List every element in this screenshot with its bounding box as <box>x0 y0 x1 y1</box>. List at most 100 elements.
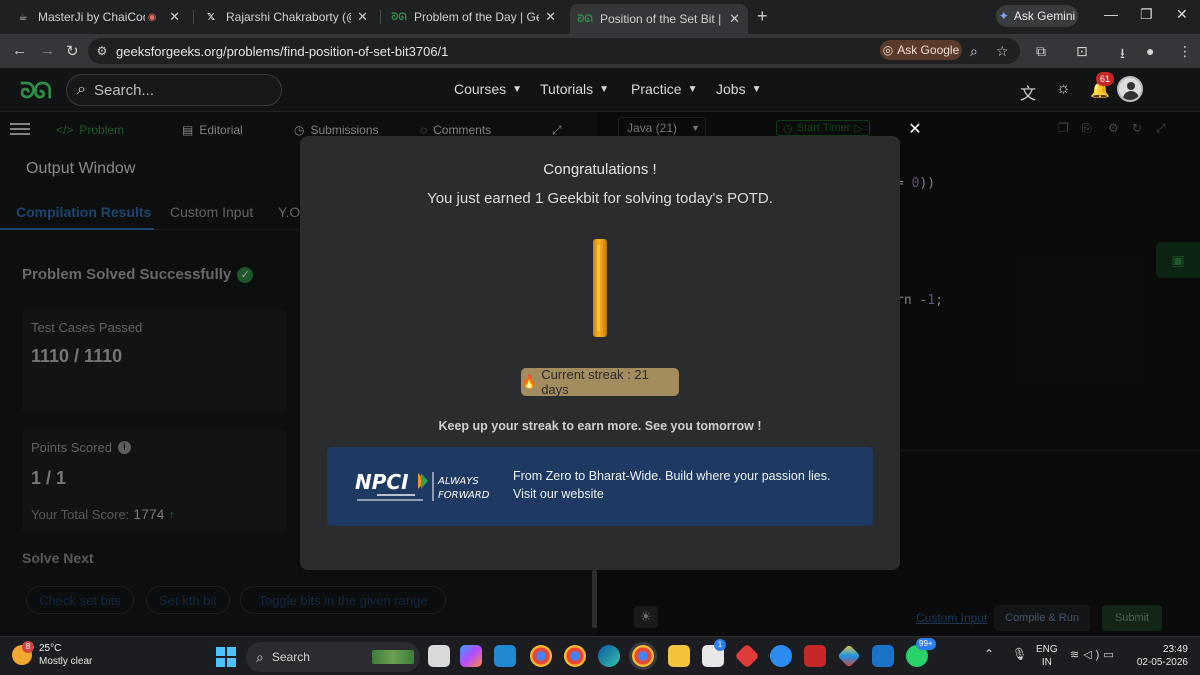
zoom-icon[interactable]: ⌕ <box>970 43 978 60</box>
gemini-sparkle-icon: ✦ <box>998 9 1009 23</box>
theme-sun-icon[interactable]: ☼ <box>1056 80 1071 98</box>
nav-courses[interactable]: Courses ▼ <box>454 81 522 97</box>
npci-logo-text: NPCI <box>355 470 409 494</box>
nav-label: Jobs <box>716 81 746 97</box>
mcafee-icon[interactable] <box>804 645 826 667</box>
search-highlight-art <box>372 650 414 664</box>
lens-icon: ◎ <box>882 43 894 57</box>
nav-label: Courses <box>454 81 507 97</box>
user-avatar[interactable] <box>1117 76 1143 102</box>
edge-icon[interactable] <box>598 645 620 667</box>
tab-position-set-bit[interactable]: ᘐᘏ Position of the Set Bit | Practice ✕ <box>570 4 748 34</box>
svg-text:ALWAYS: ALWAYS <box>437 476 479 487</box>
reading-list-icon[interactable]: ⊡ <box>1076 43 1088 60</box>
notification-count-badge: 61 <box>1096 72 1114 86</box>
help-icon[interactable] <box>770 645 792 667</box>
gfg-icon: ᘐᘏ <box>391 11 407 23</box>
close-modal-button[interactable]: ✕ <box>903 118 927 142</box>
menu-kebab-icon[interactable]: ⋮ <box>1178 43 1192 60</box>
forward-arrow-icon[interactable]: → <box>40 42 55 59</box>
tab-twitter[interactable]: 𝕏 Rajarshi Chakraborty (@IamRaj ✕ <box>196 4 376 30</box>
language-indicator[interactable]: ENG IN <box>1036 643 1058 669</box>
streak-badge: 🔥 Current streak : 21 days <box>521 367 679 397</box>
clock[interactable]: 23:49 02-05-2026 <box>1134 643 1188 669</box>
tab-separator <box>193 10 194 24</box>
gfg-logo[interactable]: ᘐᘏ <box>20 78 52 104</box>
weather-badge: 8 <box>22 641 34 653</box>
tab-title: Position of the Set Bit | Practice <box>600 12 723 26</box>
npci-ad-banner[interactable]: NPCI ALWAYS FORWARD From Zero to Bharat-… <box>327 447 873 526</box>
svg-text:FORWARD: FORWARD <box>438 490 490 501</box>
close-tab-icon[interactable]: ✕ <box>729 11 740 27</box>
vscode-icon[interactable] <box>494 645 516 667</box>
tab-masterji[interactable]: ☕ MasterJi by ChaiCode ◉ ✕ <box>8 4 188 30</box>
back-arrow-icon[interactable]: ← <box>12 42 27 59</box>
tab-separator <box>380 10 381 24</box>
reload-icon[interactable]: ↻ <box>66 42 79 60</box>
restore-icon[interactable]: ❐ <box>1140 6 1153 23</box>
ask-google-button[interactable]: ◎ Ask Google <box>880 40 962 60</box>
nav-tutorials[interactable]: Tutorials ▼ <box>540 81 609 97</box>
browser-tab-bar: ☕ MasterJi by ChaiCode ◉ ✕ 𝕏 Rajarshi Ch… <box>0 0 1200 34</box>
whatsapp-icon[interactable]: 99+ <box>906 638 936 667</box>
close-tab-icon[interactable]: ✕ <box>545 9 556 25</box>
task-view-icon[interactable] <box>428 645 450 667</box>
profile-icon[interactable]: ● <box>1146 43 1154 59</box>
close-tab-icon[interactable]: ✕ <box>169 9 180 25</box>
search-placeholder: Search... <box>93 81 154 99</box>
url-text: geeksforgeeks.org/problems/find-position… <box>116 43 449 59</box>
banner-text: From Zero to Bharat-Wide. Build where yo… <box>513 469 831 501</box>
store-badge: 1 <box>714 639 726 651</box>
chevron-down-icon: ▼ <box>751 83 762 95</box>
bookmark-star-icon[interactable]: ☆ <box>996 43 1009 60</box>
system-tray-icons[interactable]: ≋◁)▭ <box>1070 648 1118 661</box>
translate-icon[interactable]: 文 <box>1020 80 1036 104</box>
chrome-icon[interactable] <box>530 645 552 667</box>
nav-practice[interactable]: Practice ▼ <box>631 81 697 97</box>
modal-message: Keep up your streak to earn more. See yo… <box>438 419 762 433</box>
gfg-icon: ᘐᘏ <box>577 13 593 25</box>
nav-label: Practice <box>631 81 682 97</box>
modal-title: Congratulations ! <box>543 161 657 178</box>
new-tab-button[interactable]: + <box>757 6 768 27</box>
outlook-icon[interactable] <box>872 645 894 667</box>
search-icon: ⌕ <box>256 648 264 665</box>
tab-potd[interactable]: ᘐᘏ Problem of the Day | GeeksforG ✕ <box>384 4 564 30</box>
search-icon: ⌕ <box>77 81 86 98</box>
chrome-active-icon[interactable] <box>632 645 654 667</box>
nav-label: Tutorials <box>540 81 594 97</box>
windows-start-icon[interactable] <box>216 647 236 667</box>
file-explorer-icon[interactable] <box>668 645 690 667</box>
geekbit-coin-icon <box>593 239 607 337</box>
nav-jobs[interactable]: Jobs ▼ <box>716 81 761 97</box>
lang-line1: ENG <box>1036 644 1058 655</box>
taskbar-search-label: Search <box>271 650 310 664</box>
tray-overflow-icon[interactable]: ⌃ <box>984 647 994 661</box>
download-icon[interactable]: ⭳ <box>1120 43 1125 67</box>
taskbar-search[interactable]: ⌕ Search <box>246 642 420 672</box>
chrome-profile-icon[interactable] <box>564 645 586 667</box>
whatsapp-badge: 99+ <box>916 638 936 650</box>
tab-title: Rajarshi Chakraborty (@IamRaj <box>226 10 351 24</box>
browser-toolbar: ← → ↻ ⚙ geeksforgeeks.org/problems/find-… <box>0 34 1200 68</box>
close-tab-icon[interactable]: ✕ <box>357 9 368 25</box>
extensions-icon[interactable]: ⧉ <box>1036 43 1046 60</box>
weather-temp: 25°C <box>39 643 62 654</box>
minimize-icon[interactable]: — <box>1104 6 1118 22</box>
fire-icon: 🔥 <box>521 374 538 389</box>
ask-gemini-button[interactable]: ✦ Ask Gemini <box>996 5 1078 27</box>
copilot-icon[interactable] <box>460 645 482 667</box>
volume-icon: ◁) <box>1083 649 1104 661</box>
ms-store-icon[interactable]: 1 <box>702 639 726 667</box>
weather-widget[interactable]: 8 25°C Mostly clear <box>12 641 92 668</box>
weather-moon-icon: 8 <box>12 641 34 665</box>
window-close-icon[interactable]: ✕ <box>1176 6 1188 23</box>
site-settings-icon[interactable]: ⚙ <box>88 44 116 58</box>
microphone-icon[interactable]: 🎙 <box>1012 647 1027 661</box>
chevron-down-icon: ▼ <box>512 83 523 95</box>
anydesk-icon[interactable] <box>734 643 760 669</box>
wifi-icon: ≋ <box>1070 649 1084 661</box>
tab-title: Problem of the Day | GeeksforG <box>414 10 539 24</box>
site-search-input[interactable]: ⌕ Search... <box>66 74 282 106</box>
git-tool-icon[interactable] <box>837 644 861 668</box>
